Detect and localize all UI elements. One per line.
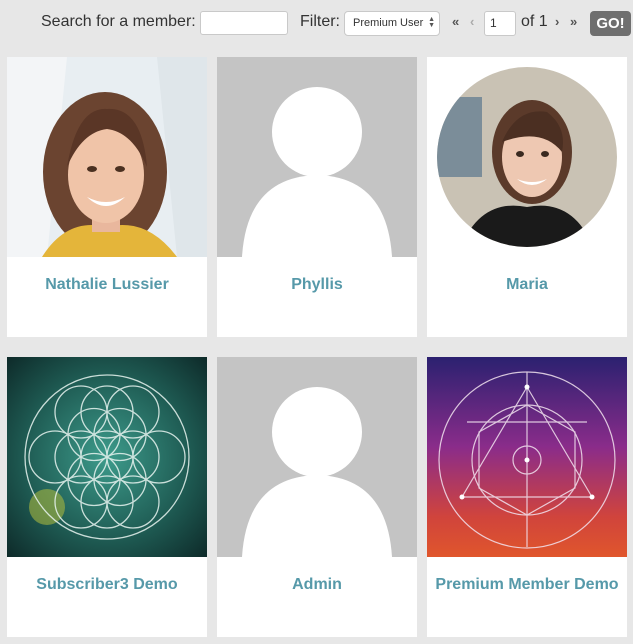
page-count: of 1 [521, 13, 548, 30]
member-card: Premium Member Demo [427, 357, 627, 637]
search-label: Search for a member: [41, 13, 196, 30]
member-name-link[interactable]: Phyllis [217, 273, 417, 297]
filter-selected-value: Premium User [353, 17, 424, 29]
select-arrows-icon: ▲ ▼ [428, 16, 435, 29]
prev-page-button[interactable]: ‹ [470, 14, 474, 29]
member-card: Phyllis [217, 57, 417, 337]
default-avatar-icon[interactable] [217, 357, 417, 557]
member-card: Subscriber3 Demo [7, 357, 207, 637]
page-number-input[interactable]: 1 [484, 11, 516, 36]
member-card: Maria [427, 57, 627, 337]
member-name-link[interactable]: Premium Member Demo [427, 573, 627, 597]
member-search-toolbar: Search for a member: Filter: Premium Use… [0, 0, 633, 46]
filter-select[interactable]: Premium User ▲ ▼ [344, 11, 440, 36]
member-name-link[interactable]: Nathalie Lussier [7, 273, 207, 297]
member-name-link[interactable]: Subscriber3 Demo [7, 573, 207, 597]
next-page-button[interactable]: › [555, 14, 559, 29]
member-photo[interactable] [427, 57, 627, 257]
filter-label: Filter: [300, 13, 340, 30]
member-photo[interactable] [427, 357, 627, 557]
member-name-link[interactable]: Maria [427, 273, 627, 297]
last-page-button[interactable]: » [570, 14, 577, 29]
member-card: Admin [217, 357, 417, 637]
first-page-button[interactable]: « [452, 14, 459, 29]
go-button[interactable]: GO! [590, 11, 631, 36]
default-avatar-icon[interactable] [217, 57, 417, 257]
member-name-link[interactable]: Admin [217, 573, 417, 597]
member-card: Nathalie Lussier [7, 57, 207, 337]
member-photo[interactable] [7, 57, 207, 257]
member-photo[interactable] [7, 357, 207, 557]
search-input[interactable] [200, 11, 288, 35]
